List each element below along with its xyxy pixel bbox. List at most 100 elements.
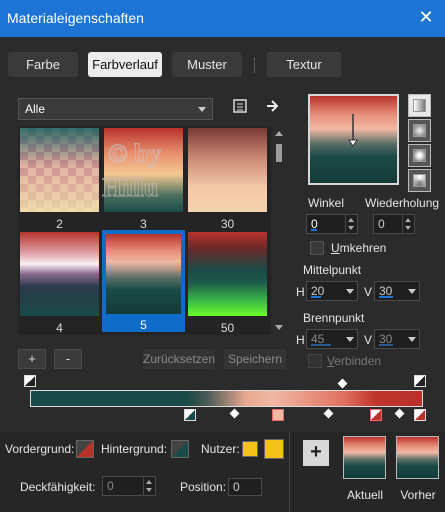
position-value: 0 [233, 480, 240, 494]
user-swatch[interactable] [264, 439, 284, 459]
gradient-preview[interactable] [308, 94, 399, 185]
gradient-thumb-30[interactable]: 30 [188, 128, 267, 231]
foreground-swatch[interactable] [76, 440, 94, 458]
gradient-thumb-label: 30 [220, 217, 235, 231]
angle-handle-icon[interactable] [346, 114, 360, 150]
remove-gradient-button[interactable]: - [54, 349, 82, 369]
angle-label: Winkel [308, 196, 345, 210]
user-swatch-small[interactable] [242, 441, 258, 457]
invert-checkbox[interactable] [310, 241, 324, 255]
repeat-spinner[interactable]: 0 [373, 214, 415, 234]
scroll-up-icon[interactable] [275, 131, 283, 136]
color-stop-red[interactable] [370, 409, 382, 421]
midpoint-v-dropdown[interactable] [406, 284, 418, 298]
angle-spinner[interactable]: 0 [306, 214, 358, 234]
rectangular-style-icon [413, 124, 426, 137]
color-stop-end[interactable] [414, 409, 426, 421]
repeat-stepper[interactable] [402, 215, 414, 233]
color-stop-pink[interactable] [272, 409, 284, 421]
settings-icon[interactable] [230, 98, 250, 118]
down-icon [348, 226, 354, 230]
scrollbar-thumb[interactable] [276, 144, 282, 162]
tab-textur[interactable]: Textur [267, 52, 341, 77]
gradient-thumb-5[interactable]: 5 [102, 230, 185, 332]
foreground-label: Vordergrund: [5, 442, 75, 456]
sunburst-style-icon [413, 174, 426, 187]
bottom-divider [289, 432, 290, 512]
opacity-spinner[interactable]: 0 [102, 476, 156, 496]
focus-v-spinner[interactable]: 30 [374, 329, 420, 349]
invert-rest: mkehren [339, 241, 387, 255]
gradient-thumb-label: 5 [140, 318, 147, 332]
category-select-value: Alle [25, 102, 46, 116]
opacity-stepper[interactable] [143, 477, 155, 495]
tab-farbverlauf[interactable]: Farbverlauf [88, 52, 162, 77]
chevron-down-icon [408, 337, 416, 342]
previous-label: Vorher [400, 488, 436, 502]
gradient-bar[interactable] [30, 390, 423, 407]
user-label: Nutzer: [201, 442, 240, 456]
chevron-down-icon [408, 289, 416, 294]
current-label: Aktuell [346, 488, 384, 502]
focus-h-spinner[interactable]: 45 [306, 329, 358, 349]
angle-stepper[interactable] [345, 215, 357, 233]
opacity-value: 0 [107, 479, 114, 493]
current-preview[interactable] [343, 436, 386, 479]
up-icon [146, 480, 152, 484]
gradient-thumb-label: 3 [140, 217, 147, 231]
linear-style-button[interactable] [408, 94, 431, 117]
scroll-down-icon[interactable] [275, 325, 283, 330]
midpoint-v-label: V [364, 285, 373, 299]
position-field[interactable]: 0 [228, 478, 262, 496]
link-checkbox[interactable] [308, 354, 322, 368]
gradient-thumb-2[interactable]: 2 [20, 128, 99, 231]
window-title: Materialeigenschaften [7, 10, 144, 26]
color-stop-teal[interactable] [184, 409, 196, 421]
focus-v-dropdown[interactable] [406, 332, 418, 346]
close-icon[interactable]: ✕ [415, 6, 437, 28]
add-swatch-button[interactable]: + [303, 440, 329, 466]
gradient-thumb-label: 4 [56, 321, 63, 335]
tab-muster[interactable]: Muster [172, 52, 242, 77]
up-icon [405, 218, 411, 222]
midpoint-label: Mittelpunkt [303, 263, 362, 277]
tab-bar: Farbe Farbverlauf Muster Textur [0, 37, 445, 87]
link-label: Verbinden [327, 354, 381, 368]
previous-preview[interactable] [396, 436, 439, 479]
add-gradient-button[interactable]: + [18, 349, 46, 369]
category-select[interactable]: Alle [18, 98, 213, 120]
chevron-down-icon [346, 289, 354, 294]
background-label: Hintergrund: [101, 442, 168, 456]
gradient-gallery: 2 3 30 4 5 50 © by Hillu [18, 126, 271, 335]
save-button[interactable]: Speichern [224, 349, 286, 369]
rectangular-style-button[interactable] [408, 119, 431, 142]
midpoint-v-spinner[interactable]: 30 [374, 281, 420, 301]
opacity-stop-end[interactable] [414, 375, 426, 387]
focus-h-label: H [296, 333, 305, 347]
gradient-swatch [20, 232, 99, 316]
invert-mnemonic: U [331, 241, 340, 255]
radial-style-button[interactable] [408, 144, 431, 167]
tab-farbe[interactable]: Farbe [8, 52, 78, 77]
midpoint-h-dropdown[interactable] [344, 284, 356, 298]
arrow-right-icon[interactable] [263, 98, 283, 118]
midpoint-h-spinner[interactable]: 20 [306, 281, 358, 301]
repeat-value: 0 [378, 217, 385, 231]
gallery-scrollbar[interactable] [272, 126, 286, 335]
focus-v-underline [379, 344, 393, 346]
gradient-thumb-3[interactable]: 3 [104, 128, 183, 231]
gradient-thumb-50[interactable]: 50 [188, 232, 267, 335]
sunburst-style-button[interactable] [408, 169, 431, 192]
position-label: Position: [180, 480, 227, 494]
gradient-thumb-4[interactable]: 4 [20, 232, 99, 335]
focus-h-dropdown[interactable] [344, 332, 356, 346]
background-swatch[interactable] [171, 440, 189, 458]
opacity-stop-start[interactable] [24, 375, 36, 387]
gradient-swatch [188, 128, 267, 212]
reset-button[interactable]: Zurücksetzen [143, 349, 215, 369]
invert-label: Umkehren [331, 241, 386, 255]
midpoint-h-label: H [296, 285, 305, 299]
gradient-thumb-label: 2 [56, 217, 63, 231]
midpoint-h-underline [311, 296, 321, 298]
focus-h-underline [311, 344, 331, 346]
